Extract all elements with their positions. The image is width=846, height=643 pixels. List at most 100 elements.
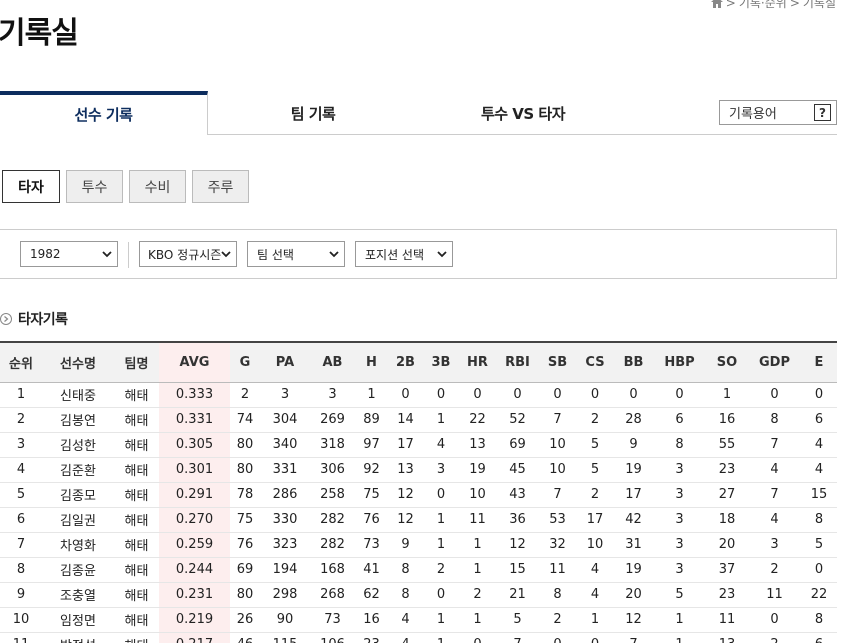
page-title: 기록실 [0,16,79,51]
table-cell: 20 [706,532,748,558]
subtab-defense[interactable]: 수비 [129,170,186,203]
table-cell: 15 [801,482,837,508]
series-select[interactable]: KBO 정규시즌 [139,241,237,267]
team-select[interactable]: 팀 선택 [247,241,345,267]
breadcrumb-item-records-rank[interactable]: 기록·순위 [739,0,787,11]
column-header[interactable]: GDP [748,341,801,383]
table-cell: 258 [310,482,355,508]
position-select[interactable]: 포지션 선택 [355,241,453,267]
table-cell: 1 [706,382,748,408]
glossary-button[interactable]: 기록용어 ? [719,100,837,125]
column-header[interactable]: CS [576,341,614,383]
table-cell: 0 [459,382,496,408]
column-header[interactable]: HBP [653,341,706,383]
column-header[interactable]: SB [539,341,576,383]
column-header[interactable]: RBI [496,341,539,383]
table-cell: 11 [539,557,576,583]
player-name-link[interactable]: 신태중 [42,382,114,408]
table-cell: 43 [496,482,539,508]
player-name-link[interactable]: 방정섭 [42,632,114,643]
table-cell: 19 [459,457,496,483]
table-row: 5 김종모 해태 0.291 78 286 258 75 12 0 10 43 7 2 17 3 27 7 15 [0,482,837,508]
table-cell: 16 [706,407,748,433]
column-header[interactable]: AB [310,341,355,383]
table-cell: 4 [801,432,837,458]
tab-team-records[interactable]: 팀 기록 [208,91,418,135]
column-header[interactable]: HR [459,341,496,383]
table-cell: 23 [706,582,748,608]
column-header[interactable]: H [355,341,388,383]
year-select[interactable]: 1982 [20,241,118,267]
table-cell: 0.259 [159,532,230,558]
column-header[interactable]: 3B [423,341,459,383]
table-cell: 1 [459,607,496,633]
table-cell: 4 [576,557,614,583]
table-cell: 해태 [114,532,159,558]
player-name-link[interactable]: 임정면 [42,607,114,633]
table-cell: 0 [423,382,459,408]
column-header[interactable]: AVG [159,341,230,383]
player-name-link[interactable]: 김종윤 [42,557,114,583]
table-cell: 76 [355,507,388,533]
table-row: 4 김준환 해태 0.301 80 331 306 92 13 3 19 45 10 5 19 3 23 4 4 [0,457,837,483]
table-cell: 해태 [114,432,159,458]
table-cell: 2 [230,382,260,408]
table-cell: 해태 [114,482,159,508]
table-cell: 52 [496,407,539,433]
table-cell: 11 [459,507,496,533]
player-name-link[interactable]: 김종모 [42,482,114,508]
table-cell: 0.333 [159,382,230,408]
table-cell: 4 [576,582,614,608]
table-cell: 1 [653,632,706,643]
player-name-link[interactable]: 김성한 [42,432,114,458]
column-header[interactable]: PA [260,341,310,383]
table-cell: 26 [230,607,260,633]
table-row: 10 임정면 해태 0.219 26 90 73 16 4 1 1 5 2 1 12 1 11 0 8 [0,607,837,633]
subtab-batter[interactable]: 타자 [2,170,60,203]
table-cell: 0.217 [159,632,230,643]
table-cell: 1 [653,607,706,633]
home-icon[interactable] [710,0,723,8]
breadcrumb-sep: > [725,0,736,10]
table-cell: 해태 [114,407,159,433]
table-cell: 194 [260,557,310,583]
player-name-link[interactable]: 차영화 [42,532,114,558]
subtab-pitcher[interactable]: 투수 [66,170,123,203]
player-name-link[interactable]: 조충열 [42,582,114,608]
table-cell: 13 [388,457,423,483]
player-name-link[interactable]: 김일권 [42,507,114,533]
table-cell: 0 [653,382,706,408]
column-header[interactable]: E [801,341,837,383]
player-name-link[interactable]: 김봉연 [42,407,114,433]
breadcrumb-item-records[interactable]: 기록실 [803,0,836,11]
column-header[interactable]: BB [614,341,653,383]
table-cell: 31 [614,532,653,558]
table-cell: 9 [388,532,423,558]
section-title-text: 타자기록 [18,312,68,328]
table-cell: 4 [388,607,423,633]
table-cell: 15 [496,557,539,583]
table-cell: 3 [653,532,706,558]
table-cell: 22 [459,407,496,433]
player-name-link[interactable]: 김준환 [42,457,114,483]
table-cell: 7 [539,482,576,508]
table-cell: 9 [0,582,42,608]
table-cell: 7 [748,432,801,458]
table-cell: 1 [423,532,459,558]
table-cell: 78 [230,482,260,508]
column-header[interactable]: SO [706,341,748,383]
table-cell: 323 [260,532,310,558]
column-header[interactable]: G [230,341,260,383]
table-cell: 7 [614,632,653,643]
table-cell: 5 [576,432,614,458]
batter-stats-table: 순위 선수명 팀명 AVG G PA AB H 2B 3B HR RBI SB CS BB HBP SO GDP E… [0,341,837,643]
table-cell: 0 [459,632,496,643]
subtab-baserunning[interactable]: 주루 [192,170,249,203]
column-header[interactable]: 2B [388,341,423,383]
tab-player-records[interactable]: 선수 기록 [0,91,208,135]
table-cell: 10 [0,607,42,633]
table-cell: 12 [388,507,423,533]
table-cell: 0.270 [159,507,230,533]
tab-pitcher-vs-batter[interactable]: 투수 VS 타자 [418,91,628,135]
table-cell: 62 [355,582,388,608]
